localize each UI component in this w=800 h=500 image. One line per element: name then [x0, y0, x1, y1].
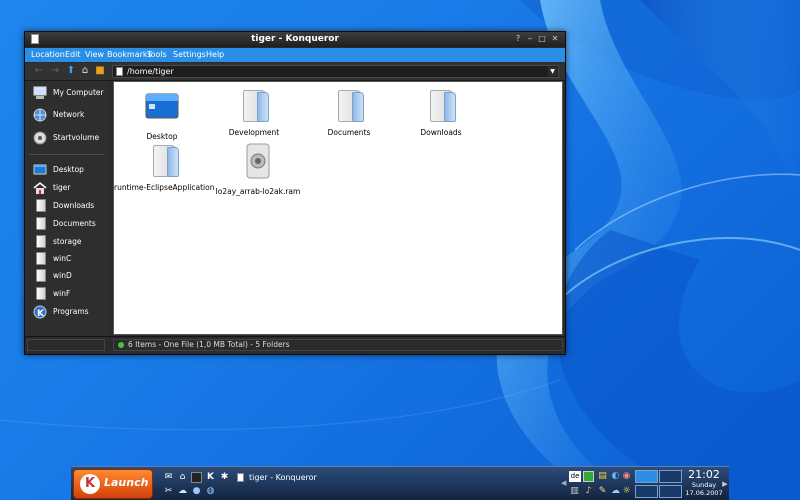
clock-day: Sunday [691, 481, 717, 489]
folder-icon [36, 269, 46, 282]
clock-date: 17.06.2007 [685, 489, 723, 497]
help-icon[interactable]: ? [514, 35, 522, 43]
folder-icon [332, 88, 366, 124]
launch-button[interactable]: K Launch [73, 469, 153, 499]
sidebar-separator [29, 154, 105, 155]
folder-icon [36, 217, 46, 230]
folder-icon [116, 67, 123, 76]
file-item-desktop[interactable]: Desktop [112, 88, 212, 141]
desktop-pager [633, 469, 683, 499]
clock-time: 21:02 [688, 468, 720, 481]
menu-view[interactable]: View [85, 48, 104, 62]
keyboard-layout[interactable]: de [569, 471, 581, 482]
folder-icon [36, 235, 46, 248]
file-item-audio[interactable]: lo2ay_arrab-lo2ak.ram [208, 143, 308, 196]
menu-tools[interactable]: Tools [147, 48, 167, 62]
sidebar: My Computer Network Startvolume Desktop … [25, 81, 109, 336]
home-icon[interactable]: ⌂ [177, 472, 188, 483]
folder-icon [36, 199, 46, 212]
clock[interactable]: 21:02 Sunday 17.06.2007 [683, 468, 725, 500]
folder-icon [237, 88, 271, 124]
desktop-folder-icon [145, 93, 179, 119]
network-icon [33, 108, 47, 122]
sound-icon[interactable]: ♪ [583, 486, 594, 497]
task-title: tiger - Konqueror [249, 473, 317, 482]
launch-label: Launch [104, 476, 149, 489]
pager-desktop-2[interactable] [659, 470, 682, 483]
notes-icon[interactable]: ✎ [597, 486, 608, 497]
chevron-down-icon[interactable]: ▼ [548, 67, 557, 76]
menu-edit[interactable]: Edit [65, 48, 81, 62]
file-icon [237, 473, 244, 482]
close-icon[interactable]: ✕ [551, 35, 559, 43]
system-tray: de ▤ ◐ ◉ ▥ ♪ ✎ ☁ ☼ [569, 469, 631, 499]
task-button-konqueror[interactable]: tiger - Konqueror [235, 471, 565, 484]
file-item-runtime-eclipseapplication[interactable]: runtime-EclipseApplication [114, 143, 214, 192]
terminal-icon[interactable] [191, 472, 202, 483]
title-bar[interactable]: tiger - Konqueror ? ‒ □ ✕ [25, 32, 565, 47]
menu-settings[interactable]: Settings [173, 48, 206, 62]
display-icon[interactable] [583, 471, 594, 482]
minimize-icon[interactable]: ‒ [526, 35, 534, 43]
status-bar: 6 Items - One File (1,0 MB Total) - 5 Fo… [25, 336, 565, 354]
pager-desktop-4[interactable] [659, 485, 682, 498]
location-input[interactable]: /home/tiger ▼ [112, 65, 559, 78]
arrow-left-icon[interactable]: ◀ [561, 479, 569, 489]
kde-icon: K [33, 305, 47, 319]
location-text: /home/tiger [127, 67, 174, 76]
weather-tray-icon[interactable]: ☁ [610, 486, 621, 497]
weather-icon[interactable]: ☁ [177, 486, 188, 497]
globe-icon[interactable]: ◍ [205, 486, 216, 497]
home-icon[interactable]: ⌂ [79, 65, 91, 77]
settings-icon[interactable]: ✱ [219, 472, 230, 483]
kde-icon: K [80, 474, 100, 494]
konqueror-window: tiger - Konqueror ? ‒ □ ✕ Location Edit … [24, 31, 566, 355]
pager-desktop-1[interactable] [635, 470, 658, 483]
folder-icon [147, 143, 181, 179]
network-status-icon[interactable]: ◐ [610, 471, 621, 482]
menu-bar: Location Edit View Bookmarks Tools Setti… [25, 48, 565, 62]
folder-icon [36, 287, 46, 300]
home-icon [33, 182, 47, 194]
menu-location[interactable]: Location [31, 48, 65, 62]
file-item-development[interactable]: Development [204, 88, 304, 137]
panel-hide-icon[interactable]: ▶ [721, 467, 729, 500]
folder-icon [36, 252, 46, 265]
up-icon[interactable]: ⬆ [65, 65, 77, 77]
computer-icon [33, 86, 47, 99]
svg-text:K: K [37, 309, 45, 319]
forward-icon[interactable]: → [49, 65, 61, 77]
stop-icon[interactable]: ■ [94, 65, 106, 77]
maximize-icon[interactable]: □ [538, 35, 546, 43]
window-title: tiger - Konqueror [251, 34, 339, 44]
chat-icon[interactable]: ● [191, 486, 202, 497]
status-panel: 6 Items - One File (1,0 MB Total) - 5 Fo… [113, 339, 563, 351]
status-indicator-icon [118, 342, 124, 348]
desktop: tiger - Konqueror ? ‒ □ ✕ Location Edit … [0, 0, 800, 500]
toolbar: ← → ⬆ ⌂ ■ /home/tiger ▼ [25, 63, 565, 81]
pager-desktop-3[interactable] [635, 485, 658, 498]
update-icon[interactable]: ◉ [621, 471, 632, 482]
status-text: 6 Items - One File (1,0 MB Total) - 5 Fo… [128, 340, 290, 349]
file-item-documents[interactable]: Documents [299, 88, 399, 137]
klipper-icon[interactable]: ▤ [597, 471, 608, 482]
back-icon[interactable]: ← [33, 65, 45, 77]
tools-icon[interactable]: ✂ [163, 486, 174, 497]
power-icon[interactable]: ☼ [621, 486, 632, 497]
folder-icon [424, 88, 458, 124]
audio-file-icon [246, 143, 270, 179]
desktop-icon [33, 164, 47, 175]
mail-icon[interactable]: ✉ [163, 472, 174, 483]
file-item-downloads[interactable]: Downloads [391, 88, 491, 137]
sidebar-status [27, 339, 105, 351]
kdevelop-icon[interactable]: K [205, 472, 216, 483]
taskbar: K Launch ✉ ⌂ K ✱ ✂ ☁ ● ◍ tiger - Konquer… [71, 466, 729, 500]
menu-bookmarks[interactable]: Bookmarks [107, 48, 152, 62]
file-view: Desktop Development Documents Downloads … [113, 81, 563, 335]
disk-icon [33, 131, 47, 145]
trash-icon[interactable]: ▥ [569, 486, 580, 497]
menu-help[interactable]: Help [206, 48, 224, 62]
